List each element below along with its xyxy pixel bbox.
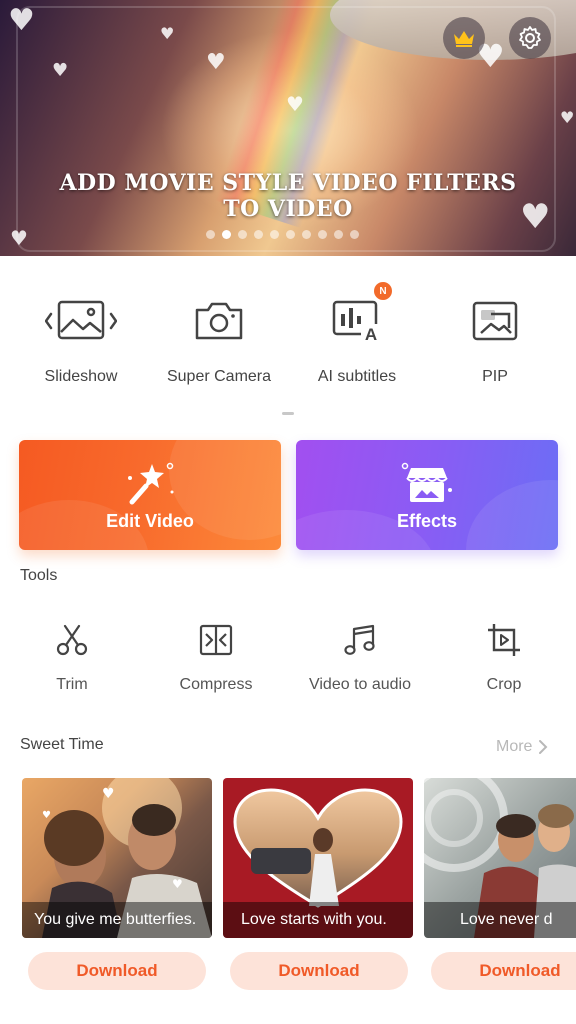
heart-decoration-icon: ♥ <box>286 92 304 116</box>
effects-label: Effects <box>396 511 458 531</box>
gear-icon <box>519 26 541 49</box>
banner-title-line-1: ADD MOVIE STYLE VIDEO FILTERS <box>59 170 517 196</box>
pagination-dot[interactable] <box>286 230 295 239</box>
features-page-indicator <box>282 412 294 415</box>
template-carousel: ♥ ♥ ♥ You give me butterfies. Love start… <box>0 778 576 1008</box>
heart-decoration-icon: ♥ <box>160 24 175 43</box>
tool-video-to-audio-label: Video to audio <box>308 676 411 693</box>
pagination-dot[interactable] <box>334 230 343 239</box>
effects-store-icon <box>401 462 452 502</box>
banner-pagination <box>206 230 359 239</box>
compress-icon <box>199 624 233 656</box>
feature-super-camera-label: Super Camera <box>166 368 272 385</box>
tool-compress-label: Compress <box>179 676 253 693</box>
chevron-right-icon <box>539 740 548 754</box>
crown-icon <box>454 31 474 47</box>
camera-icon <box>195 302 243 340</box>
slideshow-icon <box>45 300 117 340</box>
scissors-icon <box>56 624 88 656</box>
banner-title: ADD MOVIE STYLE VIDEO FILTERS TO VIDEO <box>0 170 576 222</box>
feature-slideshow[interactable]: Slideshow <box>12 290 150 400</box>
heart-decoration-icon: ♥ <box>206 50 226 75</box>
heart-decoration-icon: ♥ <box>560 108 575 127</box>
feature-ai-subtitles[interactable]: N A AI subtitles <box>288 282 426 400</box>
pagination-dot[interactable] <box>238 230 247 239</box>
effects-card[interactable]: Effects <box>296 440 558 550</box>
feature-pip-label: PIP <box>482 368 508 385</box>
feature-row: Slideshow Super Camera N A AI subtitles <box>0 282 576 400</box>
tool-crop[interactable]: Crop <box>432 620 576 710</box>
heart-frame-photo <box>233 788 403 908</box>
template-card[interactable]: Love starts with you. <box>223 778 413 938</box>
template-caption: Love starts with you. <box>223 902 413 938</box>
template-card[interactable]: ♥ ♥ ♥ You give me butterfies. <box>22 778 212 938</box>
pagination-dot[interactable] <box>206 230 215 239</box>
svg-text:♥: ♥ <box>42 810 51 821</box>
template-card[interactable]: Love never d <box>424 778 576 938</box>
edit-video-label: Edit Video <box>106 511 194 531</box>
pagination-dot[interactable] <box>302 230 311 239</box>
premium-crown-button[interactable] <box>443 17 485 59</box>
feature-ai-subtitles-label: AI subtitles <box>317 368 397 385</box>
feature-super-camera[interactable]: Super Camera <box>150 290 288 400</box>
settings-button[interactable] <box>509 17 551 59</box>
music-note-icon <box>344 624 375 655</box>
pip-icon <box>472 301 518 341</box>
tool-trim-label: Trim <box>56 676 88 693</box>
svg-text:A: A <box>365 325 377 344</box>
tool-crop-label: Crop <box>486 676 522 693</box>
tool-trim[interactable]: Trim <box>0 620 144 710</box>
tools-row: Trim Compress Video to audio Crop <box>0 620 576 710</box>
new-badge: N <box>374 282 392 300</box>
tool-compress[interactable]: Compress <box>144 620 288 710</box>
pagination-dot[interactable] <box>350 230 359 239</box>
pagination-dot[interactable] <box>254 230 263 239</box>
svg-text:♥: ♥ <box>102 786 115 802</box>
heart-decoration-icon: ♥ <box>52 60 69 81</box>
svg-text:♥: ♥ <box>172 877 183 891</box>
feature-slideshow-label: Slideshow <box>44 368 118 385</box>
ai-subtitles-icon: A <box>332 300 381 344</box>
hero-banner[interactable]: ♥ ♥ ♥ ♥ ♥ ♥ ♥ ♥ ♥ ADD MOVIE STYLE VIDEO … <box>0 0 576 256</box>
download-button[interactable]: Download <box>431 952 576 990</box>
sweet-time-section-title: Sweet Time <box>20 736 104 753</box>
pagination-dot[interactable] <box>270 230 279 239</box>
pagination-dot-active[interactable] <box>222 230 231 239</box>
tools-section-title: Tools <box>20 567 58 584</box>
download-button[interactable]: Download <box>28 952 206 990</box>
pagination-dot[interactable] <box>318 230 327 239</box>
banner-title-line-2: TO VIDEO <box>223 196 353 222</box>
heart-decoration-icon: ♥ <box>10 226 28 250</box>
feature-pip[interactable]: PIP <box>426 290 564 400</box>
crop-icon <box>488 624 520 656</box>
magic-wand-icon <box>128 462 174 505</box>
card-decoration <box>466 480 558 550</box>
template-caption: You give me butterfies. <box>22 902 212 938</box>
download-button[interactable]: Download <box>230 952 408 990</box>
template-caption: Love never d <box>424 902 576 938</box>
more-label: More <box>496 738 533 755</box>
tool-video-to-audio[interactable]: Video to audio <box>288 620 432 710</box>
heart-decoration-icon: ♥ <box>8 3 35 38</box>
more-link[interactable]: More <box>496 738 548 756</box>
edit-video-card[interactable]: Edit Video <box>19 440 281 550</box>
